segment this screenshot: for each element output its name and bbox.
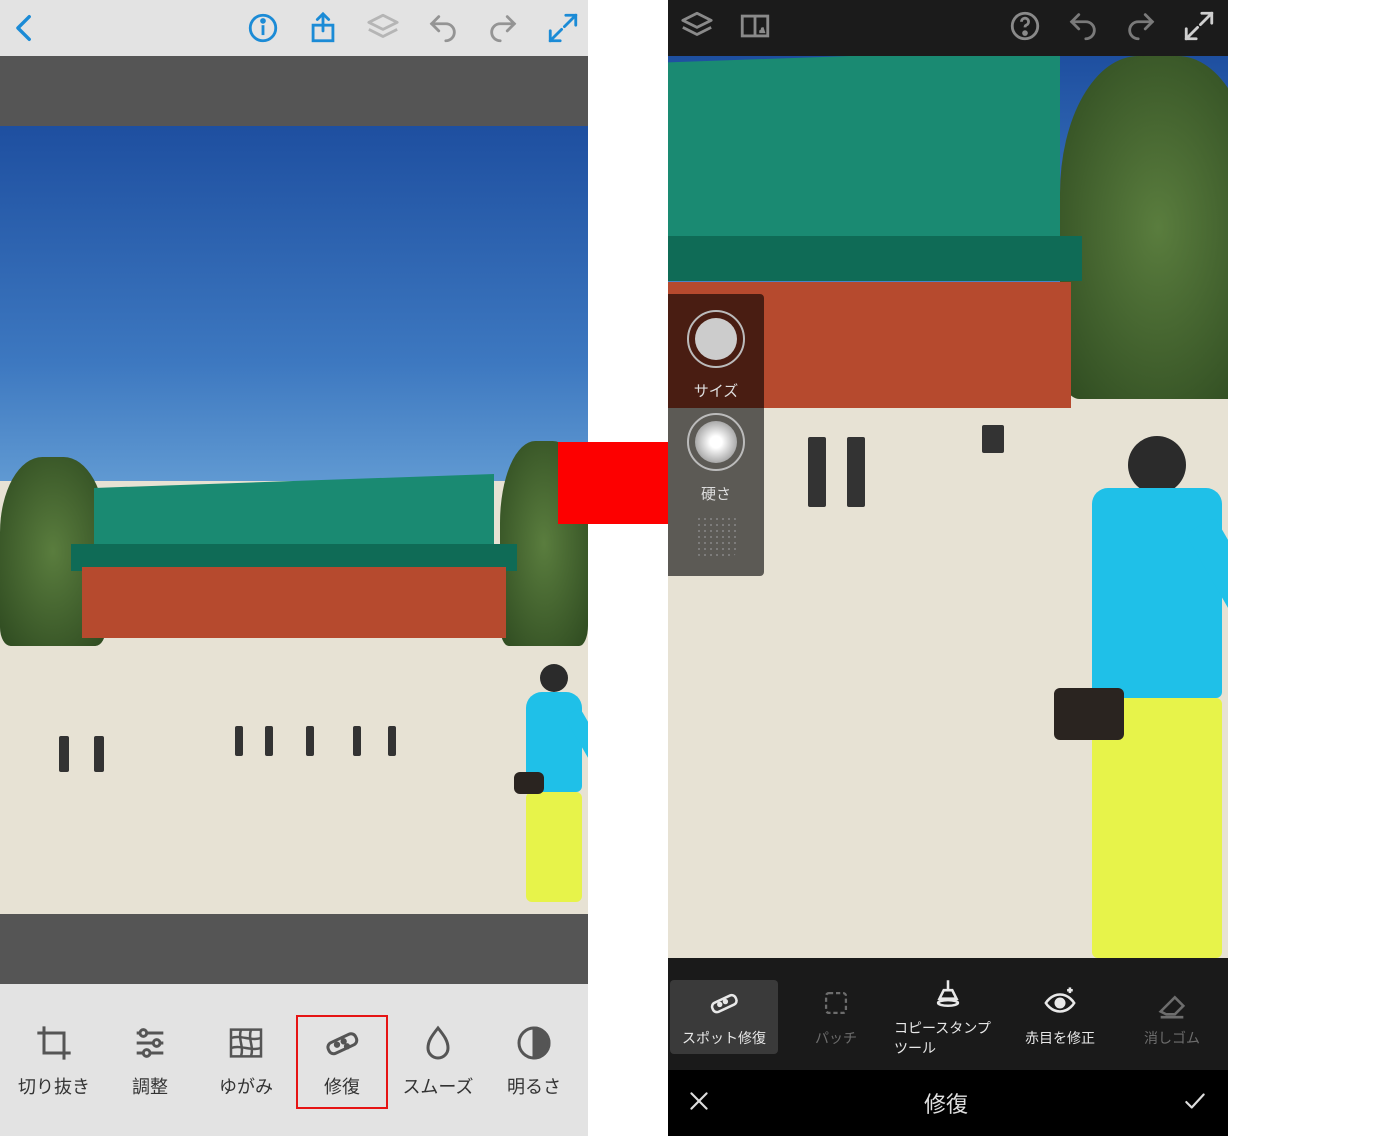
tool-heal[interactable]: 修復 — [296, 1015, 388, 1109]
layers-icon[interactable] — [366, 11, 400, 45]
photo — [0, 126, 588, 914]
brush-pattern-control[interactable] — [696, 516, 736, 556]
back-icon[interactable] — [8, 11, 42, 45]
fullscreen-icon[interactable] — [546, 11, 580, 45]
right-screen: サイズ 硬さ スポット修復 パッチ コピースタンプツール 赤目を修正 消しゴム — [668, 0, 1228, 1136]
tool-brightness[interactable]: 明るさ — [488, 1015, 580, 1109]
confirm-button[interactable] — [1180, 1088, 1210, 1119]
right-footer: 修復 — [668, 1070, 1228, 1136]
brush-size-control[interactable] — [687, 310, 745, 368]
tool-label: 消しゴム — [1144, 1028, 1200, 1048]
tool-label: ゆがみ — [219, 1073, 273, 1099]
cancel-button[interactable] — [686, 1088, 712, 1119]
help-icon[interactable] — [1008, 9, 1042, 48]
left-canvas[interactable] — [0, 56, 588, 984]
right-topbar — [668, 0, 1228, 56]
tool-label: 明るさ — [507, 1073, 561, 1099]
tool-label: コピースタンプツール — [894, 1018, 1002, 1058]
foreground-person — [1092, 488, 1222, 958]
tool-label: 調整 — [132, 1073, 168, 1099]
tool-spot-heal[interactable]: スポット修復 — [670, 980, 778, 1054]
tool-label: スムーズ — [402, 1073, 473, 1099]
info-icon[interactable] — [246, 11, 280, 45]
right-toolbar: スポット修復 パッチ コピースタンプツール 赤目を修正 消しゴム — [668, 958, 1228, 1070]
left-screen: 切り抜き 調整 ゆがみ 修復 スムーズ 明るさ — [0, 0, 588, 1136]
compare-icon[interactable] — [738, 9, 772, 48]
layers-icon[interactable] — [680, 9, 714, 48]
tool-clone-stamp[interactable]: コピースタンプツール — [894, 970, 1002, 1064]
tool-redeye[interactable]: 赤目を修正 — [1006, 980, 1114, 1054]
tool-crop[interactable]: 切り抜き — [8, 1015, 100, 1109]
brush-panel: サイズ 硬さ — [668, 294, 764, 576]
tool-label: スポット修復 — [682, 1028, 766, 1048]
tool-distort[interactable]: ゆがみ — [200, 1015, 292, 1109]
tool-label: パッチ — [815, 1028, 857, 1048]
redo-icon[interactable] — [1124, 9, 1158, 48]
left-toolbar: 切り抜き 調整 ゆがみ 修復 スムーズ 明るさ — [0, 984, 588, 1136]
fullscreen-icon[interactable] — [1182, 9, 1216, 48]
brush-hardness-label: 硬さ — [701, 483, 731, 504]
brush-size-label: サイズ — [694, 380, 739, 401]
redo-icon[interactable] — [486, 11, 520, 45]
undo-icon[interactable] — [426, 11, 460, 45]
undo-icon[interactable] — [1066, 9, 1100, 48]
tool-label: 修復 — [324, 1073, 360, 1099]
left-topbar — [0, 0, 588, 56]
tool-smooth[interactable]: スムーズ — [392, 1015, 484, 1109]
brush-hardness-control[interactable] — [687, 413, 745, 471]
footer-title: 修復 — [924, 1087, 968, 1119]
tool-label: 切り抜き — [18, 1073, 90, 1099]
right-canvas[interactable]: サイズ 硬さ — [668, 56, 1228, 958]
tool-patch[interactable]: パッチ — [782, 980, 890, 1054]
share-icon[interactable] — [306, 11, 340, 45]
transition-arrow — [588, 0, 668, 1136]
tool-eraser[interactable]: 消しゴム — [1118, 980, 1226, 1054]
tool-adjust[interactable]: 調整 — [104, 1015, 196, 1109]
tool-label: 赤目を修正 — [1025, 1028, 1095, 1048]
foreground-person — [526, 692, 582, 902]
